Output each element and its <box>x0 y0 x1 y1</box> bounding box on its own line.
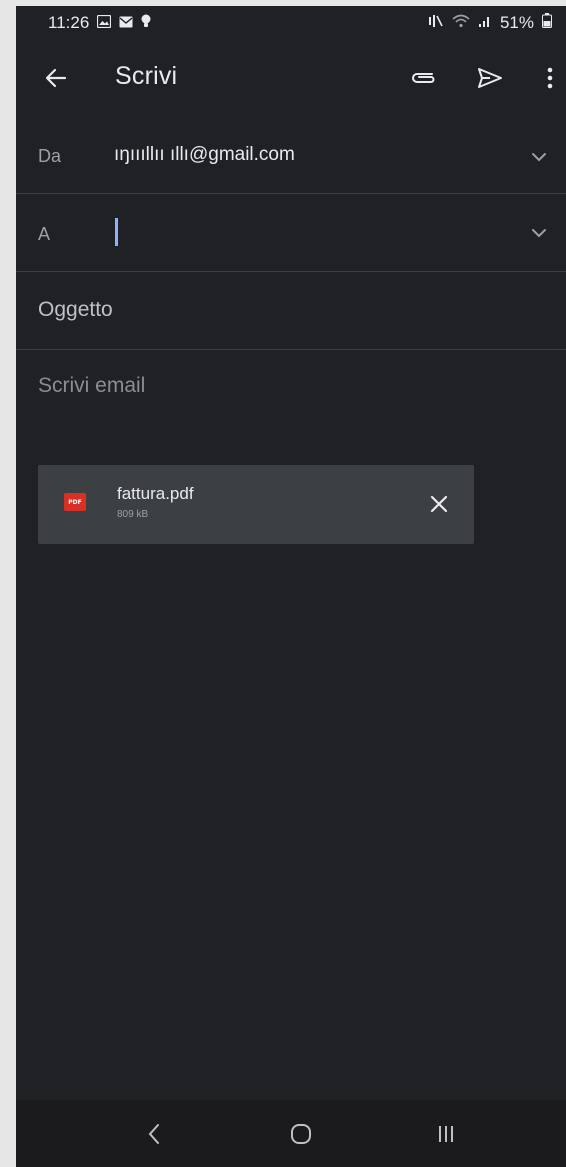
remove-attachment-close-icon[interactable] <box>422 487 456 521</box>
attachment-name: fattura.pdf <box>117 484 194 503</box>
subject-field[interactable]: Oggetto <box>16 272 566 350</box>
wifi-icon <box>452 13 470 33</box>
to-label: A <box>38 224 51 244</box>
from-chevron-down-icon[interactable] <box>524 142 554 172</box>
from-address[interactable]: ıŋıııllıı ıllı@gmail.com <box>114 144 295 166</box>
lightbulb-icon <box>141 13 151 33</box>
mail-icon <box>119 13 133 33</box>
send-icon[interactable] <box>472 60 508 96</box>
battery-icon <box>542 13 552 33</box>
pdf-icon: PDF <box>64 493 86 511</box>
nav-back-icon[interactable] <box>134 1114 174 1154</box>
to-field[interactable]: A <box>16 194 566 272</box>
status-time: 11:26 <box>48 13 90 32</box>
attachment-size: 809 kB <box>117 509 149 520</box>
text-caret <box>115 218 118 246</box>
nav-home-icon[interactable] <box>281 1114 321 1154</box>
more-vert-icon[interactable] <box>532 60 566 96</box>
status-bar: 11:26 51% <box>16 6 566 40</box>
back-arrow-icon[interactable] <box>38 60 74 96</box>
battery-percent: 51% <box>499 13 534 32</box>
gallery-icon <box>97 13 112 33</box>
to-chevron-down-icon[interactable] <box>524 218 554 248</box>
system-nav-bar <box>16 1100 566 1167</box>
nav-recents-icon[interactable] <box>426 1114 466 1154</box>
phone-screen: 11:26 51% Scrivi Da ıŋıııllıı ıllı@gmail… <box>16 6 566 1167</box>
subject-input[interactable]: Oggetto <box>38 298 113 322</box>
mute-icon <box>428 13 444 33</box>
status-right: 51% <box>428 13 552 33</box>
attachment-chip[interactable]: PDF fattura.pdf 809 kB <box>38 465 474 544</box>
status-left: 11:26 <box>48 13 151 33</box>
app-bar: Scrivi <box>16 46 566 110</box>
attach-icon[interactable] <box>406 60 442 96</box>
from-field[interactable]: Da ıŋıııllıı ıllı@gmail.com <box>16 118 566 194</box>
from-label: Da <box>38 146 62 166</box>
signal-icon <box>478 13 492 33</box>
page-title: Scrivi <box>115 62 178 90</box>
body-input[interactable]: Scrivi email <box>38 374 145 398</box>
